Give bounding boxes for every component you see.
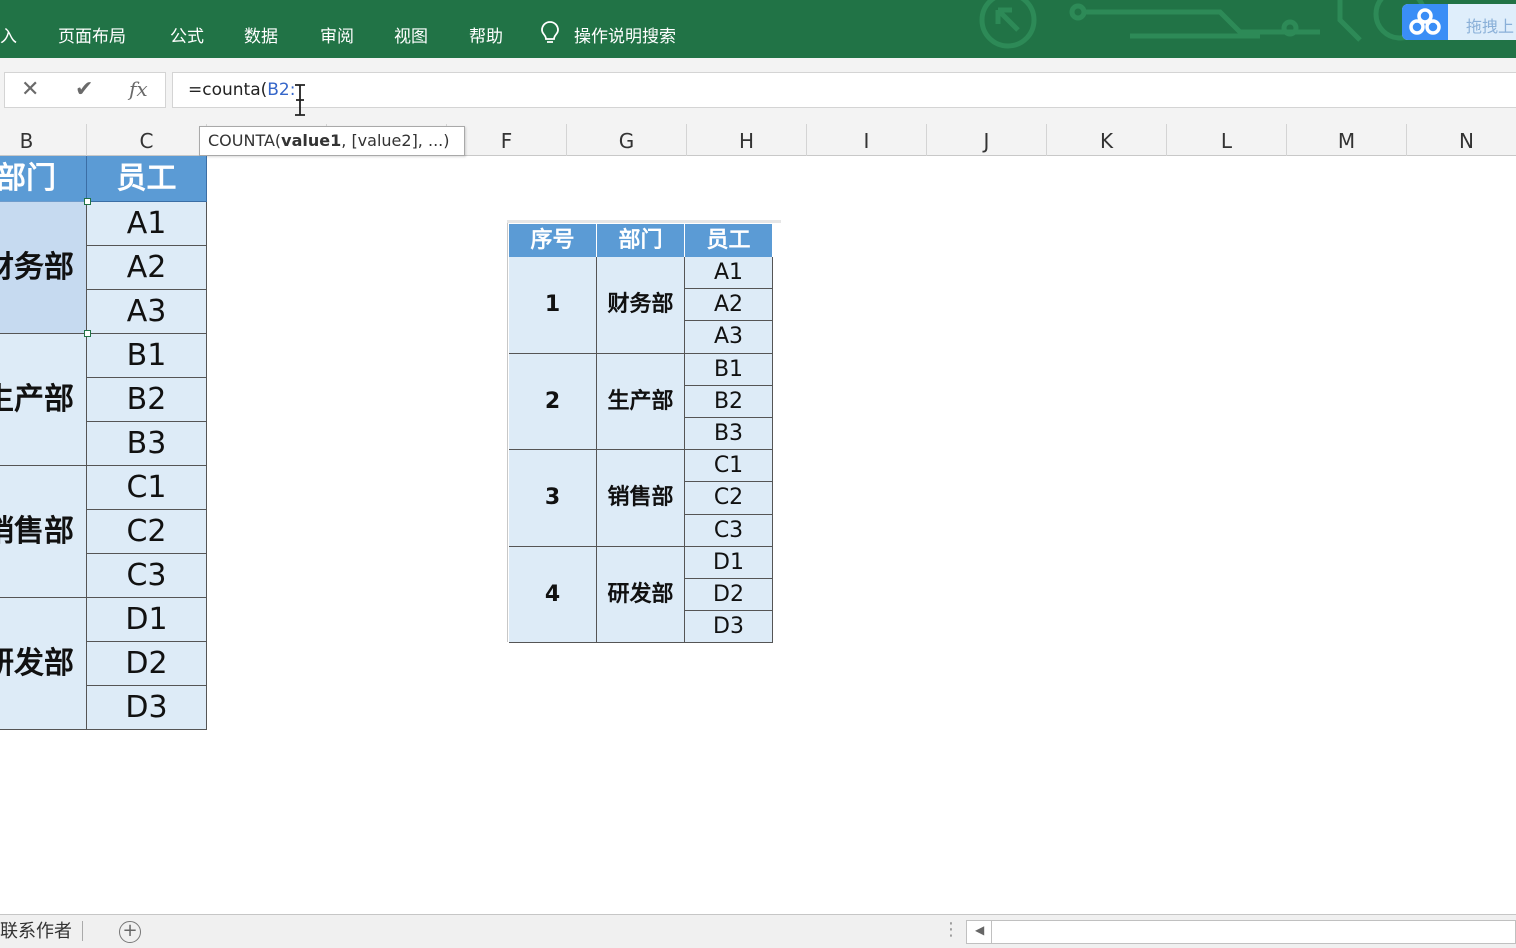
text-cursor-icon	[295, 84, 305, 116]
fx-icon[interactable]: fx	[129, 77, 148, 101]
baidu-netdisk-upload[interactable]: 拖拽上	[1402, 4, 1516, 40]
tooltip-fn: COUNTA(	[208, 131, 282, 150]
seq-cell[interactable]: 2	[509, 353, 597, 451]
column-header-cell[interactable]: C	[87, 124, 207, 156]
divider	[507, 220, 781, 223]
dept-cell[interactable]: 生产部	[0, 334, 87, 466]
horizontal-scrollbar[interactable]: ◀	[966, 920, 1516, 944]
cancel-icon[interactable]: ✕	[21, 77, 39, 102]
ribbon-tab[interactable]: 帮助	[469, 22, 503, 47]
lightbulb-icon[interactable]	[540, 20, 560, 46]
tooltip-arg[interactable]: value1	[281, 131, 341, 150]
ribbon-tab[interactable]: 公式	[170, 22, 204, 47]
seq-cell[interactable]: 1	[509, 257, 597, 354]
selection-handle[interactable]	[84, 198, 91, 205]
header-dept[interactable]: 部门	[0, 156, 87, 202]
divider	[507, 220, 508, 642]
dept-cell[interactable]: 财务部	[0, 201, 88, 335]
splitter-icon[interactable]: ⋮	[942, 919, 960, 940]
formula-bar-area: ✕ ✔ fx =counta(B2:	[0, 58, 1516, 124]
right-employee-cell[interactable]: A2	[685, 289, 773, 322]
employee-cell[interactable]: D3	[87, 686, 207, 730]
column-header-cell[interactable]: N	[1407, 124, 1516, 156]
employee-cell[interactable]: D2	[87, 642, 207, 686]
right-employee-cell[interactable]: D1	[685, 546, 773, 579]
formula-input[interactable]: =counta(B2:	[172, 72, 1516, 108]
right-header-cell[interactable]: 部门	[597, 224, 685, 257]
ribbon-tab[interactable]: 页面布局	[58, 22, 126, 47]
header-employee[interactable]: 员工	[87, 156, 207, 202]
employee-cell[interactable]: D1	[87, 598, 207, 642]
dept-cell[interactable]: 销售部	[0, 466, 87, 598]
column-header-cell[interactable]: F	[447, 124, 567, 156]
employee-cell[interactable]: C2	[87, 510, 207, 554]
formula-prefix: =counta(	[188, 80, 268, 100]
column-header-cell[interactable]: I	[807, 124, 927, 156]
right-employee-cell[interactable]: B2	[685, 385, 773, 418]
ribbon-tab[interactable]: 操作说明搜索	[574, 22, 676, 47]
upload-label: 拖拽上	[1466, 17, 1515, 36]
add-sheet-icon[interactable]: +	[119, 921, 141, 943]
ribbon-tab[interactable]: 入	[0, 22, 17, 47]
right-header-cell[interactable]: 员工	[685, 224, 773, 257]
formula-ref: B2:	[267, 80, 296, 100]
formula-buttons: ✕ ✔ fx	[4, 72, 166, 108]
right-employee-cell[interactable]: B1	[685, 353, 773, 386]
ribbon-tab[interactable]: 审阅	[320, 22, 354, 47]
right-employee-cell[interactable]: C1	[685, 450, 773, 483]
right-dept-cell[interactable]: 研发部	[597, 546, 685, 644]
ribbon-tab[interactable]: 视图	[394, 22, 428, 47]
right-employee-cell[interactable]: C2	[685, 482, 773, 515]
right-employee-cell[interactable]: C3	[685, 514, 773, 547]
tooltip-rest: , [value2], ...)	[341, 131, 450, 150]
right-employee-cell[interactable]: D2	[685, 579, 773, 612]
right-dept-cell[interactable]: 销售部	[597, 450, 685, 547]
column-header-cell[interactable]: J	[927, 124, 1047, 156]
status-bar: 联系作者 + ⋮ ◀	[0, 914, 1516, 948]
employee-cell[interactable]: A2	[87, 246, 207, 290]
dept-cell[interactable]: 研发部	[0, 598, 87, 730]
right-employee-cell[interactable]: B3	[685, 418, 773, 451]
enter-icon[interactable]: ✔	[75, 77, 93, 102]
right-employee-cell[interactable]: A3	[685, 321, 773, 354]
ribbon: 入 页面布局 公式 数据 审阅 视图 帮助 操作说明搜索 拖拽上	[0, 0, 1516, 58]
right-dept-cell[interactable]: 生产部	[597, 353, 685, 451]
column-header-cell[interactable]: M	[1287, 124, 1407, 156]
right-header-cell[interactable]: 序号	[509, 224, 597, 257]
ribbon-decoration	[979, 0, 1427, 49]
scroll-left-icon[interactable]: ◀	[975, 923, 984, 937]
column-header-cell[interactable]: L	[1167, 124, 1287, 156]
seq-cell[interactable]: 4	[509, 546, 597, 644]
formula-text: =counta(B2:	[188, 80, 295, 100]
function-tooltip: COUNTA(value1, [value2], ...)	[199, 126, 465, 156]
selection-handle[interactable]	[84, 330, 91, 337]
employee-cell[interactable]: C1	[87, 466, 207, 510]
ribbon-tab[interactable]: 数据	[244, 22, 278, 47]
right-employee-cell[interactable]: D3	[685, 611, 773, 644]
column-header-cell[interactable]: K	[1047, 124, 1167, 156]
right-dept-cell[interactable]: 财务部	[597, 257, 685, 354]
sheet-tab[interactable]: 联系作者	[0, 917, 72, 943]
divider	[82, 921, 83, 941]
right-employee-cell[interactable]: A1	[685, 257, 773, 290]
column-header-cell[interactable]: B	[0, 124, 87, 156]
column-header-cell[interactable]: H	[687, 124, 807, 156]
employee-cell[interactable]: B2	[87, 378, 207, 422]
seq-cell[interactable]: 3	[509, 450, 597, 547]
employee-cell[interactable]: C3	[87, 554, 207, 598]
divider	[991, 921, 992, 943]
employee-cell[interactable]: A3	[87, 290, 207, 334]
employee-cell[interactable]: A1	[87, 202, 207, 246]
employee-cell[interactable]: B3	[87, 422, 207, 466]
cloud-icon	[1402, 4, 1448, 40]
employee-cell[interactable]: B1	[87, 334, 207, 378]
column-header-cell[interactable]: G	[567, 124, 687, 156]
